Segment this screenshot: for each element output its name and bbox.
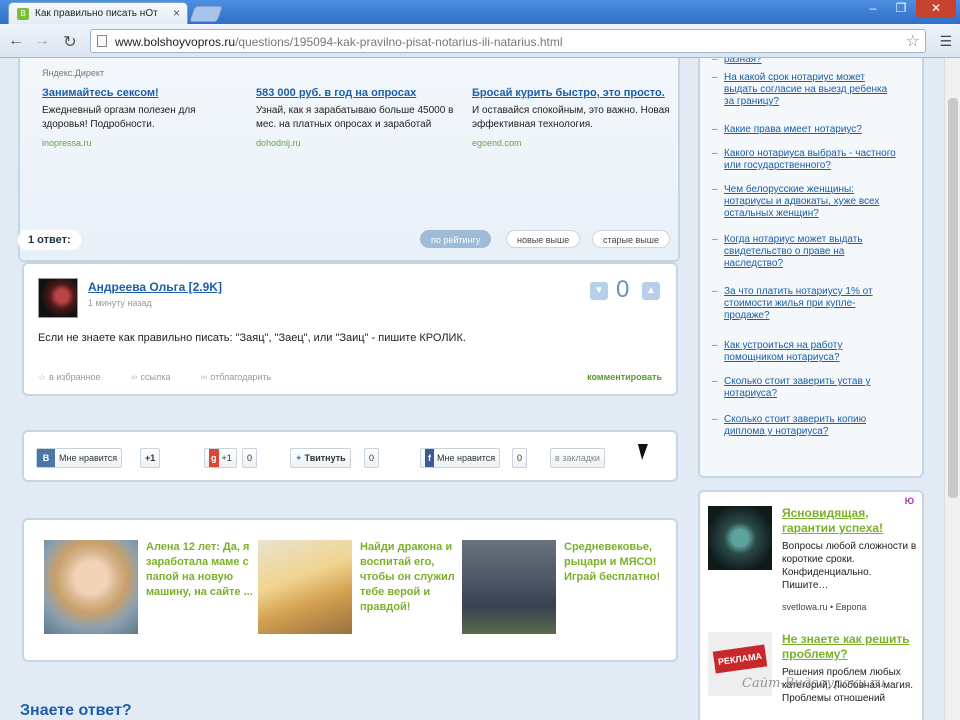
browser-tab[interactable]: В Как правильно писать нОт ×: [8, 2, 188, 24]
related-question-link[interactable]: разная?: [712, 58, 900, 66]
window-close-icon[interactable]: ✕: [916, 0, 956, 18]
answers-count: 1 ответ:: [18, 230, 81, 250]
avatar[interactable]: [38, 278, 78, 318]
reload-icon[interactable]: ↻: [60, 32, 80, 52]
related-questions: разная? На какой срок нотариус может выда…: [698, 58, 924, 478]
ad-text: Узнай, как я зарабатываю больше 45000 в …: [256, 105, 454, 130]
sort-newest-button[interactable]: новые выше: [506, 230, 581, 248]
related-question-link[interactable]: Какие права имеет нотариус?: [712, 124, 900, 136]
know-answer-heading: Знаете ответ?: [20, 702, 132, 719]
promo-image[interactable]: [44, 540, 138, 634]
bookmark-star-icon[interactable]: ☆: [906, 31, 920, 51]
ad-text: И оставайся спокойным, это важно. Новая …: [472, 105, 670, 130]
page-viewport: Яндекс.Директ Занимайтесь сексом! Ежедне…: [0, 58, 960, 720]
sidebar-ad-title[interactable]: Не знаете как решить проблему?: [782, 632, 918, 662]
answer-time: 1 минуту назад: [88, 298, 152, 308]
sidebar-ad[interactable]: Ясновидящая, гарантии успеха! Вопросы лю…: [708, 506, 918, 626]
site-favicon-icon: В: [17, 8, 29, 20]
ad-domain[interactable]: egoend.com: [472, 138, 672, 148]
maximize-icon[interactable]: ❐: [888, 0, 914, 18]
ad-network-badge[interactable]: Ю: [905, 496, 914, 506]
thanks-icon: ∞: [200, 372, 208, 382]
reklama-sign: РЕКЛАМА: [712, 644, 768, 674]
bookmark-button[interactable]: в закладки: [550, 448, 605, 468]
browser-titlebar: В Как правильно писать нОт × – ❐ ✕: [0, 0, 960, 24]
tweet-count: 0: [364, 448, 380, 468]
vk-like-count: +1: [140, 448, 161, 468]
ad-item: Занимайтесь сексом! Ежедневный оргазм по…: [42, 86, 242, 148]
watermark: Сайт-Видеоуроки.ru: [742, 676, 886, 691]
star-icon: ☆: [38, 372, 47, 382]
related-question-link[interactable]: На какой срок нотариус может выдать согл…: [712, 72, 900, 108]
gplus-button[interactable]: g +1: [204, 448, 237, 468]
tweet-button[interactable]: ✦ Твитнуть: [290, 448, 351, 468]
sort-by-rating-button[interactable]: по рейтингу: [420, 230, 492, 248]
related-question-link[interactable]: Какого нотариуса выбрать - частного или …: [712, 148, 900, 172]
promo-text[interactable]: Средневековье, рыцари и МЯСО! Играй бесп…: [564, 540, 672, 585]
browser-menu-icon[interactable]: ☰: [939, 33, 952, 50]
back-arrow-icon[interactable]: ←: [6, 32, 26, 50]
fb-like-count: 0: [512, 448, 528, 468]
ad-item: 583 000 руб. в год на опросах Узнай, как…: [256, 86, 456, 148]
facebook-icon: f: [425, 449, 434, 467]
tab-title: Как правильно писать нОт: [35, 8, 158, 19]
forward-arrow-icon[interactable]: →: [32, 32, 52, 50]
favorite-action[interactable]: ☆ в избранное: [38, 372, 115, 382]
browser-toolbar: ← → ↻ www.bolshoyvopros.ru/questions/195…: [0, 24, 960, 58]
answer-card: Андреева Ольга [2.9K] 1 минуту назад ▼ 0…: [22, 262, 678, 396]
sidebar-ad-text: Вопросы любой сложности в короткие сроки…: [782, 541, 917, 591]
vote-count: 0: [616, 276, 630, 303]
ad-block-label: Яндекс.Директ: [42, 68, 105, 78]
related-question-link[interactable]: Чем белорусские женщины: нотариусы и адв…: [712, 184, 900, 220]
related-question-link[interactable]: Сколько стоит заверить устав у нотариуса…: [712, 376, 900, 400]
gplus-count: 0: [242, 448, 258, 468]
page-icon: [97, 35, 107, 47]
answer-text: Если не знаете как правильно писать: "За…: [38, 332, 466, 344]
author-link[interactable]: Андреева Ольга [2.9K]: [88, 280, 222, 294]
ad-domain[interactable]: inopressa.ru: [42, 138, 242, 148]
vk-like-button[interactable]: B Мне нравится: [36, 448, 123, 468]
sidebar-ad-title[interactable]: Ясновидящая, гарантии успеха!: [782, 506, 918, 536]
sidebar-ad-domain[interactable]: svetlowa.ru • Европа: [782, 602, 866, 612]
related-question-link[interactable]: За что платить нотариусу 1% от стоимости…: [712, 286, 900, 322]
promo-image[interactable]: [258, 540, 352, 634]
twitter-bird-icon: ✦: [295, 453, 303, 463]
related-question-link[interactable]: Как устроиться на работу помощником нота…: [712, 340, 900, 364]
ad-text: Ежедневный оргазм полезен для здоровья! …: [42, 105, 196, 130]
thumbs-down-icon[interactable]: ▼: [590, 282, 608, 300]
url-text[interactable]: www.bolshoyvopros.ru/questions/195094-ka…: [115, 35, 563, 49]
ad-title-link[interactable]: 583 000 руб. в год на опросах: [256, 86, 456, 100]
ad-item: Бросай курить быстро, это просто. И оста…: [472, 86, 672, 148]
answer-actions: ☆ в избранное ∞ ссылка ∞ отблагодарить: [38, 372, 299, 383]
ad-domain[interactable]: dohodnij.ru: [256, 138, 456, 148]
fb-like-button[interactable]: f Мне нравится: [420, 448, 501, 468]
ad-title-link[interactable]: Бросай курить быстро, это просто.: [472, 86, 672, 100]
related-question-link[interactable]: Сколько стоит заверить копию диплома у н…: [712, 414, 900, 438]
thank-action[interactable]: ∞ отблагодарить: [201, 372, 285, 382]
promo-text[interactable]: Алена 12 лет: Да, я заработала маме с па…: [146, 540, 254, 600]
ad-block: Яндекс.Директ Занимайтесь сексом! Ежедне…: [18, 58, 680, 262]
share-bar: B Мне нравится +1 g +1 0 ✦ Твитнуть 0 f Мне …: [22, 430, 678, 482]
link-icon: ∞: [131, 372, 138, 382]
google-plus-icon: g: [209, 449, 219, 467]
comment-link[interactable]: комментировать: [587, 372, 662, 382]
address-bar[interactable]: www.bolshoyvopros.ru/questions/195094-ka…: [90, 29, 926, 53]
promo-block: Алена 12 лет: Да, я заработала маме с па…: [22, 518, 678, 662]
promo-text[interactable]: Найди дракона и воспитай его, чтобы он с…: [360, 540, 468, 615]
sidebar-ad-image[interactable]: [708, 506, 772, 570]
ad-title-link[interactable]: Занимайтесь сексом!: [42, 86, 242, 100]
minimize-icon[interactable]: –: [860, 0, 886, 18]
thumbs-up-icon[interactable]: ▲: [642, 282, 660, 300]
scrollbar-thumb[interactable]: [948, 98, 958, 498]
promo-image[interactable]: [462, 540, 556, 634]
tab-close-icon[interactable]: ×: [173, 6, 180, 20]
vk-icon: B: [37, 449, 55, 467]
new-tab-button[interactable]: [189, 6, 223, 22]
related-question-link[interactable]: Когда нотариус может выдать свидетельств…: [712, 234, 900, 270]
sort-oldest-button[interactable]: старые выше: [592, 230, 670, 248]
page-scrollbar[interactable]: [944, 58, 960, 720]
link-action[interactable]: ∞ ссылка: [131, 372, 184, 382]
